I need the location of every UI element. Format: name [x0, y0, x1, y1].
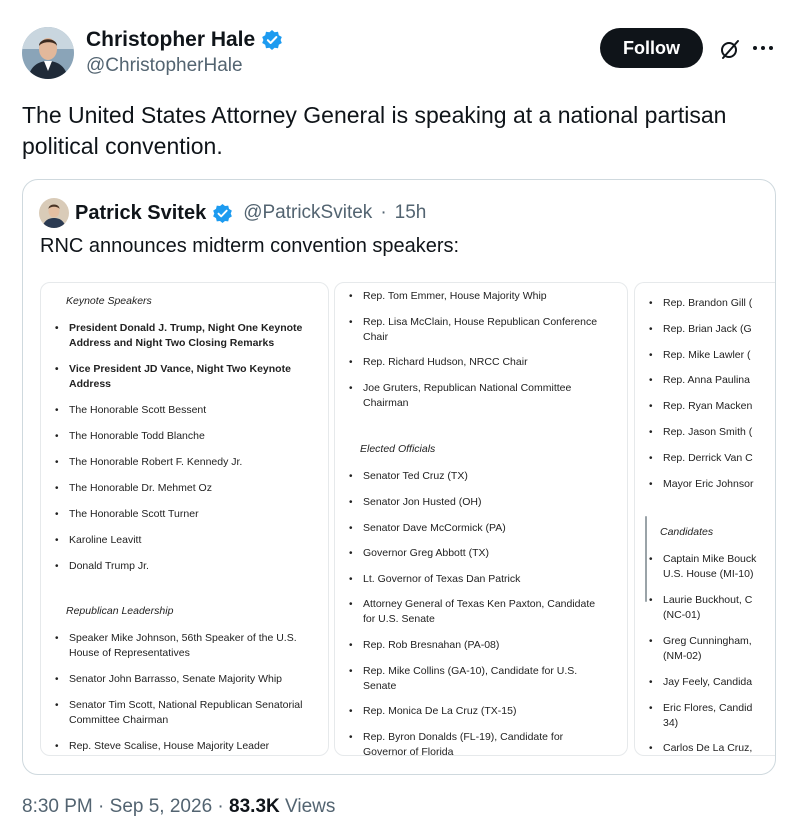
tweet-time[interactable]: 8:30 PM [22, 796, 93, 817]
speaker-list-item: Senator John Barrasso, Senate Majority W… [41, 672, 328, 687]
speaker-list-item: Lt. Governor of Texas Dan Patrick [335, 572, 627, 587]
speaker-list-item: Senator Tim Scott, National Republican S… [41, 698, 328, 728]
views-count: 83.3K [229, 796, 280, 817]
speaker-list-item: President Donald J. Trump, Night One Key… [41, 321, 328, 351]
quoted-timestamp[interactable]: 15h [395, 202, 427, 224]
speaker-list-item: Rep. Lisa McClain, House Republican Conf… [335, 315, 627, 345]
speaker-list-item: The Honorable Scott Bessent [41, 403, 328, 418]
speaker-list-item: Rep. Jason Smith ( [635, 425, 758, 440]
speaker-list-item: Rep. Anna Paulina [635, 373, 758, 388]
speaker-list-item: Greg Cunningham, (NM-02) [635, 634, 758, 664]
section-heading: Keynote Speakers [66, 295, 152, 307]
speaker-section: Republican Leadership Speaker Mike Johnso… [41, 585, 328, 754]
author-name-text[interactable]: Christopher Hale [86, 28, 255, 52]
tweet-meta: 8:30 PM · Sep 5, 2026 · 83.3K Views [22, 796, 335, 818]
speaker-list-item: Rep. Mike Lawler ( [635, 348, 758, 363]
speaker-list-item: The Honorable Scott Turner [41, 507, 328, 522]
speaker-list-item: Senator Dave McCormick (PA) [335, 521, 627, 536]
section-heading: Candidates [660, 526, 714, 539]
section-heading: Republican Leadership [66, 605, 174, 617]
speaker-list-item: Senator Jon Husted (OH) [335, 495, 627, 510]
speaker-list-item: Captain Mike Bouck U.S. House (MI-10) [635, 552, 758, 582]
meta-dot-separator: · [98, 796, 105, 817]
document-image-3[interactable]: Rep. Brandon Gill ( Rep. Brian Jack (G Rep… [634, 282, 775, 756]
document-image-1[interactable]: Keynote Speakers President Donald J. Trum… [40, 282, 329, 756]
speaker-list: Speaker Mike Johnson, 56th Speaker of th… [41, 631, 328, 754]
document-content: Keynote Speakers President Donald J. Trum… [41, 283, 328, 755]
speaker-section: Candidates Captain Mike Bouck U.S. House … [635, 502, 775, 755]
meta-dot-separator: · [217, 796, 224, 817]
document-image-2[interactable]: Rep. Tom Emmer, House Majority Whip Rep. … [334, 282, 628, 756]
speaker-list-item: Senator Ted Cruz (TX) [335, 469, 627, 484]
speaker-list-item: Carlos De La Cruz, (TX-35) [635, 741, 758, 755]
speaker-list-item: Rep. Monica De La Cruz (TX-15) [335, 704, 627, 719]
quoted-author-name[interactable]: Patrick Svitek [75, 202, 206, 225]
author-avatar[interactable] [22, 27, 74, 79]
scrollbar-thumb[interactable] [645, 516, 647, 602]
speaker-section: Keynote Speakers President Donald J. Trum… [41, 283, 328, 574]
speaker-list-item: Rep. Rob Bresnahan (PA-08) [335, 638, 627, 653]
speaker-list-item: Rep. Ryan Macken [635, 399, 758, 414]
speaker-list-item: Mayor Eric Johnsor [635, 477, 758, 492]
speaker-list-item: Rep. Byron Donalds (FL-19), Candidate fo… [335, 730, 627, 755]
verified-badge-icon [213, 203, 233, 223]
speaker-list-item: Rep. Tom Emmer, House Majority Whip [335, 289, 627, 304]
speaker-list-item: Donald Trump Jr. [41, 559, 328, 574]
speaker-list-item: Eric Flores, Candid 34) [635, 701, 758, 731]
speaker-list-item: Rep. Derrick Van C [635, 451, 758, 466]
speaker-section: Rep. Brandon Gill ( Rep. Brian Jack (G Rep… [635, 283, 775, 492]
speaker-section: Rep. Tom Emmer, House Majority Whip Rep. … [335, 283, 627, 411]
speaker-list-item: The Honorable Dr. Mehmet Oz [41, 481, 328, 496]
follow-button[interactable]: Follow [600, 28, 703, 68]
grok-icon[interactable] [718, 37, 742, 61]
quoted-tweet[interactable]: Patrick Svitek @PatrickSvitek · 15h RNC … [22, 179, 776, 775]
quoted-tweet-header: Patrick Svitek @PatrickSvitek · 15h [39, 198, 426, 228]
section-heading: Elected Officials [360, 443, 436, 456]
verified-badge-icon [262, 30, 283, 50]
speaker-list-item: Joe Gruters, Republican National Committ… [335, 381, 627, 411]
speaker-list-item: Vice President JD Vance, Night Two Keyno… [41, 362, 328, 392]
quoted-dot-separator: · [380, 202, 387, 223]
speaker-list: Senator Ted Cruz (TX) Senator Jon Husted … [335, 469, 627, 755]
views-label: Views [285, 796, 336, 817]
quoted-author-avatar[interactable] [39, 198, 69, 228]
speaker-list-item: Rep. Brian Jack (G [635, 322, 758, 337]
author-handle[interactable]: @ChristopherHale [86, 55, 243, 77]
speaker-list-item: The Honorable Robert F. Kennedy Jr. [41, 455, 328, 470]
document-content: Rep. Tom Emmer, House Majority Whip Rep. … [335, 283, 627, 755]
speaker-list-item: Rep. Brandon Gill ( [635, 296, 758, 311]
author-name[interactable]: Christopher Hale [86, 28, 283, 52]
speaker-list-item: Rep. Mike Collins (GA-10), Candidate for… [335, 664, 627, 694]
speaker-list: Rep. Brandon Gill ( Rep. Brian Jack (G Rep… [635, 296, 775, 492]
tweet-date[interactable]: Sep 5, 2026 [110, 796, 212, 817]
speaker-list-item: Jay Feely, Candida [635, 675, 758, 690]
quoted-tweet-text: RNC announces midterm convention speaker… [40, 235, 460, 257]
speaker-list-item: Attorney General of Texas Ken Paxton, Ca… [335, 597, 627, 627]
speaker-list-item: Laurie Buckhout, C (NC-01) [635, 593, 758, 623]
speaker-list-item: Rep. Richard Hudson, NRCC Chair [335, 355, 627, 370]
speaker-list: Rep. Tom Emmer, House Majority Whip Rep. … [335, 289, 627, 411]
more-icon[interactable] [750, 36, 776, 60]
speaker-list: President Donald J. Trump, Night One Key… [41, 321, 328, 574]
document-content: Rep. Brandon Gill ( Rep. Brian Jack (G Rep… [635, 283, 775, 755]
speaker-list-item: The Honorable Todd Blanche [41, 429, 328, 444]
speaker-list-item: Rep. Steve Scalise, House Majority Leade… [41, 739, 328, 754]
speaker-list: Captain Mike Bouck U.S. House (MI-10) Lau… [635, 552, 775, 755]
speaker-section: Elected OfficialsSenator Ted Cruz (TX)Se… [335, 421, 627, 755]
tweet-text: The United States Attorney General is sp… [22, 102, 727, 159]
quoted-author-handle[interactable]: @PatrickSvitek [243, 202, 372, 224]
speaker-list-item: Governor Greg Abbott (TX) [335, 546, 627, 561]
speaker-list-item: Karoline Leavitt [41, 533, 328, 548]
speaker-list-item: Speaker Mike Johnson, 56th Speaker of th… [41, 631, 328, 661]
